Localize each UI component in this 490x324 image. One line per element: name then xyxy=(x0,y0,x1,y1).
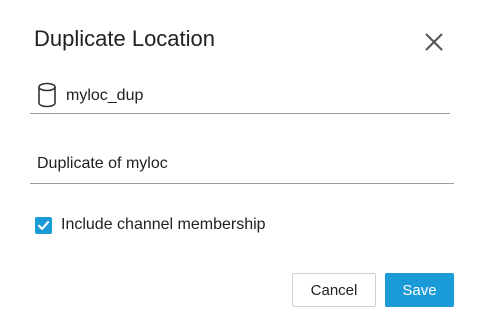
checkmark-icon xyxy=(37,220,50,230)
include-channel-membership-label: Include channel membership xyxy=(61,216,266,233)
location-name-input[interactable] xyxy=(66,78,446,114)
database-icon xyxy=(38,82,56,108)
location-name-field xyxy=(30,76,450,114)
dialog-title: Duplicate Location xyxy=(34,26,216,51)
close-icon xyxy=(425,33,443,51)
include-channel-membership-checkbox[interactable] xyxy=(35,216,52,234)
duplicate-location-dialog: Duplicate Location Include channel membe… xyxy=(0,0,490,324)
save-button[interactable]: Save xyxy=(385,273,454,307)
description-input[interactable] xyxy=(37,146,447,182)
close-button[interactable] xyxy=(420,28,448,56)
include-channel-membership-option[interactable]: Include channel membership xyxy=(35,214,266,236)
cancel-button[interactable]: Cancel xyxy=(292,273,376,307)
description-field xyxy=(30,146,454,184)
